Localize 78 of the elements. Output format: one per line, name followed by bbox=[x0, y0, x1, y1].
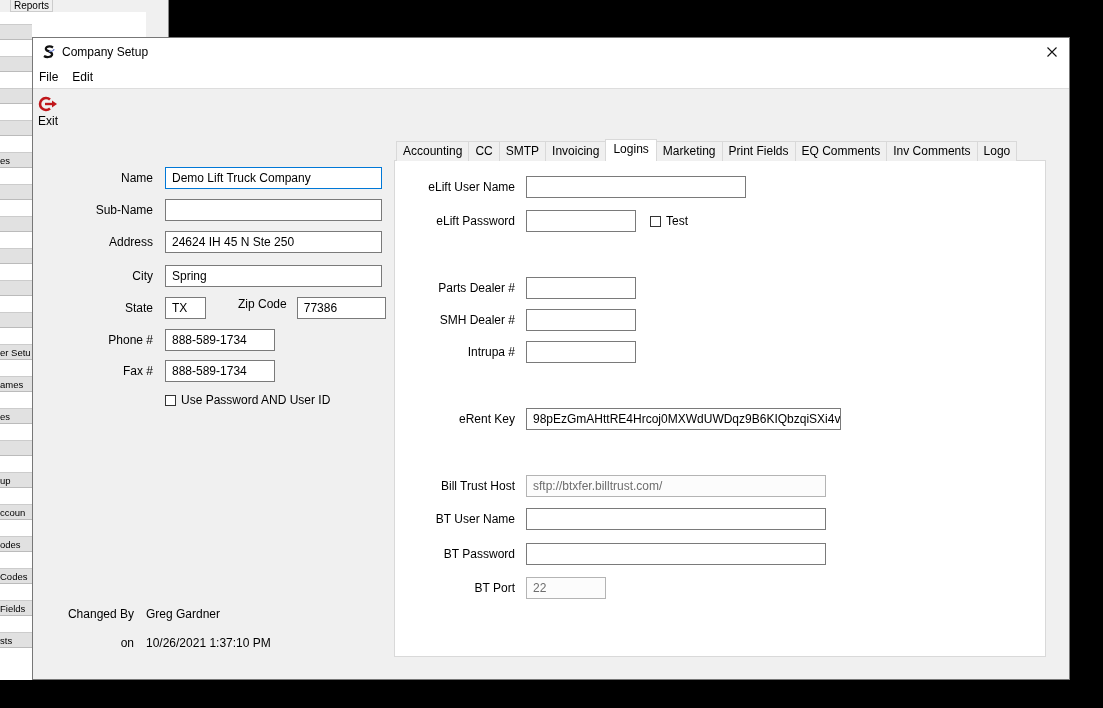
text-field[interactable] bbox=[165, 199, 382, 221]
text-field[interactable]: 888-589-1734 bbox=[165, 360, 275, 382]
changed-on-value: 10/26/2021 1:37:10 PM bbox=[146, 635, 271, 650]
tab[interactable]: Accounting bbox=[396, 141, 470, 161]
list-header-label: es bbox=[0, 155, 11, 166]
text-field[interactable]: Demo Lift Truck Company bbox=[165, 167, 382, 189]
tab[interactable]: Print Fields bbox=[721, 141, 796, 161]
text-field[interactable]: 888-589-1734 bbox=[165, 329, 275, 351]
list-header-label: Fields bbox=[0, 603, 26, 614]
field-label: SMH Dealer # bbox=[438, 313, 515, 327]
field-label: BT Password bbox=[442, 547, 515, 561]
list-header[interactable]: ames bbox=[0, 376, 32, 392]
tab[interactable]: Reports bbox=[10, 0, 53, 12]
field-label: Parts Dealer # bbox=[437, 281, 515, 295]
tab[interactable]: Logins bbox=[605, 139, 657, 161]
exit-button[interactable]: Exit bbox=[38, 96, 58, 128]
tab[interactable]: SMTP bbox=[498, 141, 547, 161]
text-field[interactable] bbox=[526, 543, 826, 565]
list-header-label: es bbox=[0, 411, 11, 422]
tab[interactable]: Inv Comments bbox=[886, 141, 978, 161]
field-label: State bbox=[123, 301, 153, 315]
list-header-label: ccoun bbox=[0, 507, 26, 518]
list-header[interactable]: es bbox=[0, 152, 32, 168]
list-header[interactable]: up bbox=[0, 472, 32, 488]
field-label: City bbox=[131, 269, 153, 283]
list-header-label: Codes bbox=[0, 571, 28, 582]
menu-item[interactable]: File bbox=[39, 70, 59, 84]
text-field[interactable] bbox=[526, 508, 826, 530]
field-label: eRent Key bbox=[457, 412, 515, 426]
exit-icon bbox=[38, 96, 58, 112]
field-label: Zip Code bbox=[238, 297, 287, 311]
tab[interactable]: Invoicing bbox=[545, 141, 607, 161]
list-header-label: up bbox=[0, 475, 11, 486]
checkbox-label: Test bbox=[666, 214, 688, 228]
window-title: Company Setup bbox=[62, 45, 150, 59]
list-header[interactable]: ccoun bbox=[0, 504, 32, 520]
list-header-label: odes bbox=[0, 539, 21, 550]
field-label: eLift User Name bbox=[427, 180, 515, 194]
field-label: Phone # bbox=[107, 333, 153, 347]
text-field[interactable] bbox=[526, 176, 746, 198]
list-header[interactable]: odes bbox=[0, 536, 32, 552]
field-label: Sub-Name bbox=[94, 203, 153, 217]
text-field[interactable] bbox=[526, 341, 636, 363]
field-label: Address bbox=[107, 235, 153, 249]
checkbox[interactable] bbox=[165, 394, 176, 406]
text-field[interactable]: 98pEzGmAHttRE4Hrcoj0MXWdUWDqz9B6KIQbzqiSXi4v bbox=[526, 408, 842, 430]
changed-by-value: Greg Gardner bbox=[146, 606, 221, 621]
menu-item[interactable]: Edit bbox=[72, 70, 94, 84]
text-field[interactable] bbox=[526, 210, 636, 232]
field-label: Bill Trust Host bbox=[440, 479, 515, 493]
field-label: BT Port bbox=[473, 581, 515, 595]
field-label: Intrupa # bbox=[466, 345, 515, 359]
list-header[interactable]: Fields bbox=[0, 600, 32, 616]
text-field[interactable]: 24624 IH 45 N Ste 250 bbox=[165, 231, 382, 253]
close-icon[interactable] bbox=[1047, 47, 1057, 57]
list-header[interactable]: sts bbox=[0, 632, 32, 648]
checkbox-label: Use Password AND User ID bbox=[181, 393, 331, 407]
text-field[interactable]: Spring bbox=[165, 265, 382, 287]
text-field[interactable] bbox=[526, 309, 636, 331]
changed-by-label: Changed By bbox=[66, 606, 134, 621]
field-label: BT User Name bbox=[434, 512, 515, 526]
list-header-label: sts bbox=[0, 635, 13, 646]
tab[interactable]: Logo bbox=[976, 141, 1018, 161]
field-label: Name bbox=[120, 171, 153, 185]
changed-on-label: on bbox=[119, 635, 134, 650]
checkbox[interactable] bbox=[650, 215, 661, 227]
field-label: eLift Password bbox=[435, 214, 515, 228]
list-header[interactable]: es bbox=[0, 408, 32, 424]
tab[interactable]: EQ Comments bbox=[794, 141, 888, 161]
text-field[interactable]: TX bbox=[165, 297, 206, 319]
list-header-label: ames bbox=[0, 379, 24, 390]
logo-icon bbox=[42, 45, 56, 59]
field-label: Fax # bbox=[122, 364, 153, 378]
list-header[interactable]: Codes bbox=[0, 568, 32, 584]
text-field[interactable]: 77386 bbox=[296, 297, 386, 319]
tab[interactable]: CC bbox=[468, 141, 500, 161]
tab[interactable]: Marketing bbox=[655, 141, 723, 161]
text-field[interactable] bbox=[526, 277, 636, 299]
